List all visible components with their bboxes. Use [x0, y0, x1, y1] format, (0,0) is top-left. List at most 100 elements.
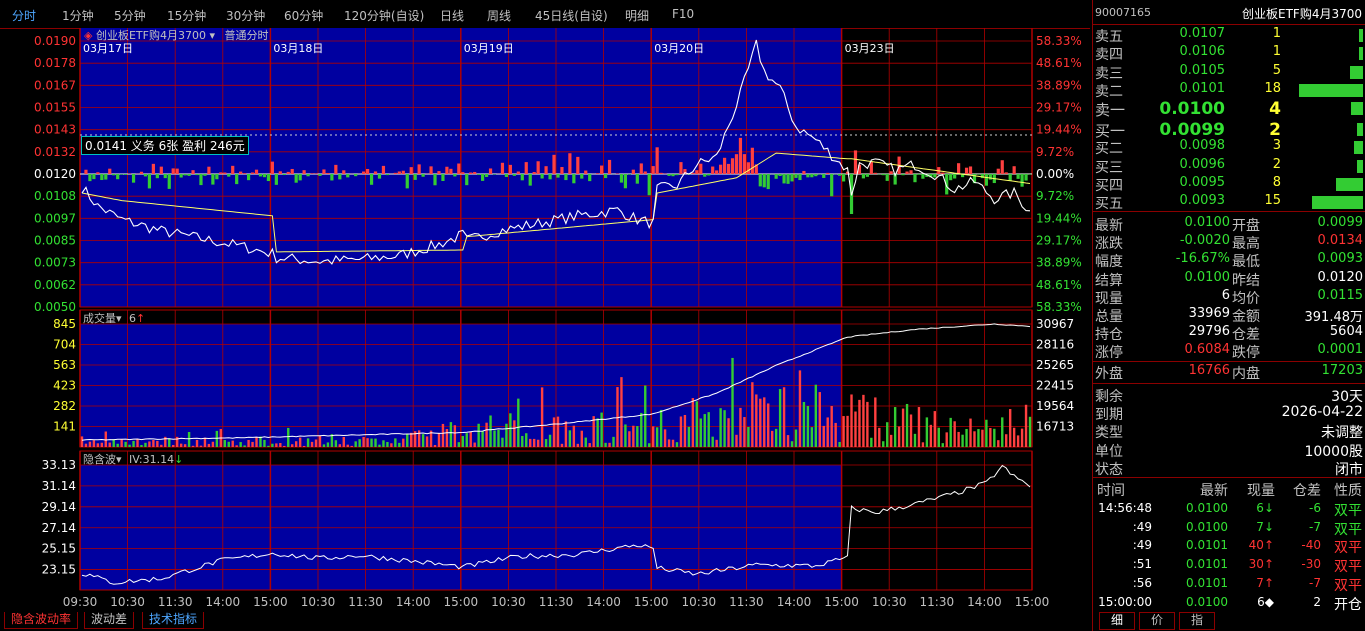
change-bar [1008, 174, 1012, 181]
info-value: 2026-04-22 [1281, 404, 1363, 421]
change-bar [536, 161, 540, 174]
volume-bar [1001, 417, 1004, 447]
chart-header[interactable]: ◈ 创业板ETF购4月3700 ▾ 普通分时 [84, 27, 269, 43]
volume-bar [370, 438, 373, 447]
tick-time: :56 [1132, 575, 1152, 590]
tab-11[interactable]: F10 [672, 7, 694, 21]
tick-price: 0.0100 [1186, 519, 1228, 534]
panel-tab-1[interactable]: 价 [1139, 612, 1175, 630]
change-bar [338, 174, 342, 180]
tick-price: 0.0100 [1186, 594, 1228, 609]
change-bar [187, 174, 191, 176]
change-bar [484, 174, 489, 177]
volume-bar [878, 427, 881, 447]
tab-3[interactable]: 15分钟 [167, 7, 206, 24]
change-bar [381, 165, 386, 174]
y-tick-left: 0.0085 [34, 234, 76, 248]
change-bar [250, 172, 255, 174]
change-bar [679, 162, 683, 174]
change-bar [393, 172, 397, 174]
change-bar [596, 173, 600, 174]
volume-bar [529, 438, 532, 447]
ask-level-3[interactable]: 卖二 0.0101 18 [1093, 81, 1365, 100]
volume-bar [493, 430, 496, 447]
tick-row[interactable]: :56 0.0101 7↑ -7 双平 [1093, 575, 1365, 594]
stat-row: 幅度 -16.67% 最低 0.0093 [1093, 251, 1365, 270]
tab-7[interactable]: 日线 [440, 7, 464, 24]
change-bar [175, 168, 179, 174]
tab-1[interactable]: 1分钟 [62, 7, 94, 24]
tick-diff: 2 [1313, 594, 1321, 609]
iv-tick-left: 27.14 [42, 521, 76, 535]
ask-level-0[interactable]: 卖五 0.0107 1 [1093, 26, 1365, 45]
stat-label: 金额 [1232, 309, 1260, 325]
bottom-tab-1[interactable]: 波动差 [84, 612, 135, 629]
tab-9[interactable]: 45日线(自设) [535, 7, 608, 24]
tab-4[interactable]: 30分钟 [226, 7, 265, 24]
volume-bar [251, 441, 254, 447]
volume-bar [767, 403, 770, 447]
tab-5[interactable]: 60分钟 [284, 7, 323, 24]
x-tick: 14:00 [396, 595, 431, 609]
bottom-tab-0[interactable]: 隐含波动率 [4, 612, 79, 629]
bid-level-4[interactable]: 买五 0.0093 15 [1093, 193, 1365, 212]
ask-level-4[interactable]: 卖一 0.0100 4 [1093, 99, 1365, 119]
stat-label: 涨停 [1095, 345, 1123, 362]
stat-label: 持仓 [1095, 327, 1123, 344]
tab-2[interactable]: 5分钟 [114, 7, 146, 24]
volume-bar [806, 406, 810, 447]
change-bar [116, 174, 120, 180]
tick-row[interactable]: :49 0.0100 7↓ -7 双平 [1093, 519, 1365, 538]
volume-bar [322, 444, 326, 447]
change-bar [310, 173, 314, 174]
bid-level-2[interactable]: 买三 0.0096 2 [1093, 157, 1365, 176]
ask-level-1[interactable]: 卖四 0.0106 1 [1093, 44, 1365, 63]
tick-row[interactable]: 15:00:00 0.0100 6◆ 2 开仓 [1093, 594, 1365, 613]
stat-value: 6 [1221, 287, 1230, 303]
tab-8[interactable]: 周线 [487, 7, 511, 24]
tick-qty: 40↑ [1249, 538, 1274, 552]
change-bar [318, 174, 322, 176]
stat-value: 0.0099 [1317, 215, 1364, 230]
volume-bar [532, 438, 536, 447]
x-tick: 11:30 [729, 595, 764, 609]
tab-6[interactable]: 120分钟(自设) [344, 7, 424, 24]
volume-bar [814, 384, 818, 447]
change-bar [246, 174, 251, 181]
change-bar [369, 174, 374, 185]
bottom-tab-2[interactable]: 技术指标 [142, 612, 205, 629]
tick-kind: 双平 [1334, 503, 1362, 519]
volume-panel-header[interactable]: 成交量▾ 6↑ [83, 310, 145, 326]
panel-tab-0[interactable]: 细 [1099, 612, 1135, 630]
tick-row[interactable]: :51 0.0101 30↑ -30 双平 [1093, 556, 1365, 575]
change-bar [159, 166, 163, 174]
dropdown-icon[interactable]: ▾ [116, 453, 122, 466]
y-tick-right: 19.44% [1036, 123, 1082, 137]
dropdown-icon[interactable]: ▾ [116, 312, 122, 325]
volume-bar [148, 441, 151, 447]
tab-0[interactable]: 分时 [12, 7, 36, 24]
volume-bar [671, 439, 675, 447]
bid-level-0[interactable]: 买一 0.0099 2 [1093, 120, 1365, 140]
volume-bar [298, 437, 302, 447]
tab-10[interactable]: 明细 [625, 7, 649, 24]
volume-bar [866, 401, 869, 447]
volume-bar [279, 443, 282, 447]
tick-row[interactable]: :49 0.0101 40↑ -40 双平 [1093, 537, 1365, 556]
bid-level-1[interactable]: 买二 0.0098 3 [1093, 138, 1365, 157]
tick-row[interactable]: 14:56:48 0.0100 6↓ -6 双平 [1093, 500, 1365, 519]
vol-tick-left: 845 [53, 317, 76, 331]
volume-bar [160, 444, 163, 447]
level-qty: 3 [1272, 138, 1281, 154]
change-bar [707, 174, 711, 176]
tick-dir-icon: ↓ [1263, 501, 1274, 515]
tick-time: 15:00:00 [1098, 594, 1152, 609]
volume-bar [572, 425, 576, 447]
change-bar [191, 170, 195, 174]
panel-tab-2[interactable]: 指 [1179, 612, 1215, 630]
iv-panel-header[interactable]: 隐含波▾ IV:31.14↓ [83, 451, 183, 467]
bid-level-3[interactable]: 买四 0.0095 8 [1093, 175, 1365, 194]
ask-level-2[interactable]: 卖三 0.0105 5 [1093, 63, 1365, 82]
dropdown-icon[interactable]: ▾ [209, 29, 215, 42]
chart-area[interactable]: 0.0190 58.33% 0.0178 48.61% 0.0167 38.89% 0.01… [0, 28, 1090, 610]
